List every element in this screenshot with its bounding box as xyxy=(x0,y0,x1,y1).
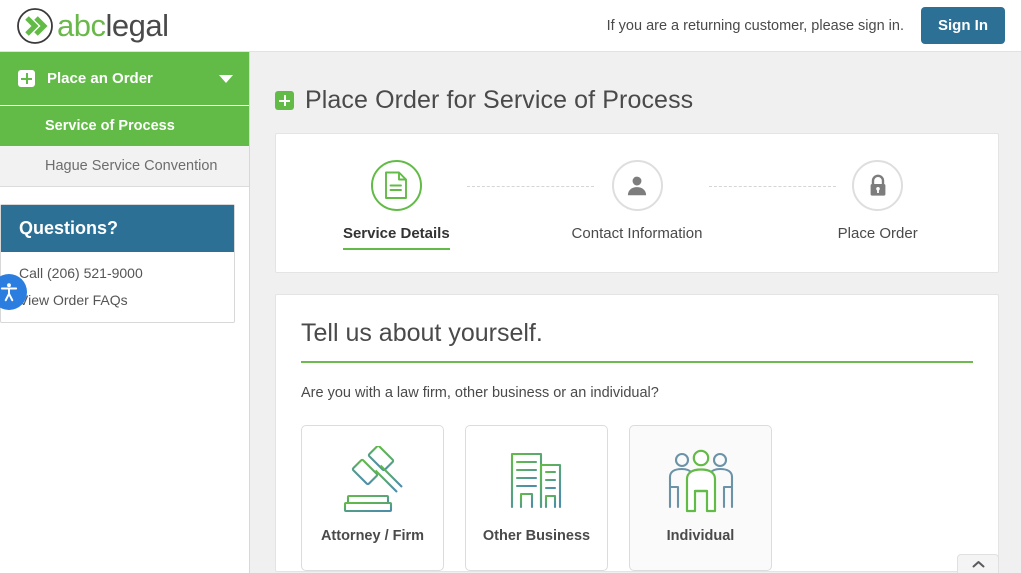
person-icon xyxy=(624,173,650,199)
sidebar-nav-place-an-order[interactable]: Place an Order xyxy=(0,52,249,106)
form-question: Are you with a law firm, other business … xyxy=(301,385,973,401)
chevron-down-icon xyxy=(219,75,233,83)
accessibility-person-icon xyxy=(0,281,20,303)
main-content: Place Order for Service of Process Servi… xyxy=(250,52,1021,573)
sidebar: Place an Order Service of Process Hague … xyxy=(0,52,250,573)
site-header: abclegal If you are a returning customer… xyxy=(0,0,1021,52)
questions-panel: Questions? Call (206) 521-9000 View Orde… xyxy=(0,204,235,323)
view-order-faqs-link[interactable]: View Order FAQs xyxy=(19,292,216,308)
questions-panel-body: Call (206) 521-9000 View Order FAQs xyxy=(1,252,234,322)
stepper-label: Service Details xyxy=(343,225,450,250)
sidebar-item-hague-service-convention[interactable]: Hague Service Convention xyxy=(0,146,249,187)
choice-card-row: Attorney / Firm xyxy=(301,425,973,571)
choice-icon-wrap xyxy=(334,440,412,526)
buildings-icon xyxy=(500,447,574,519)
stepper-circle xyxy=(612,160,663,211)
form-inner: Tell us about yourself. Are you with a l… xyxy=(276,295,998,571)
progress-stepper: Service Details Contact Information xyxy=(275,133,999,273)
stepper-circle xyxy=(852,160,903,211)
gavel-icon xyxy=(334,446,412,520)
site-logo[interactable]: abclegal xyxy=(15,6,168,46)
choice-label: Individual xyxy=(667,528,735,544)
document-icon xyxy=(383,171,409,200)
lock-icon xyxy=(866,173,890,199)
support-phone-number: Call (206) 521-9000 xyxy=(19,265,216,281)
stepper-circle xyxy=(371,160,422,211)
choice-icon-wrap xyxy=(663,440,739,526)
stepper-label: Contact Information xyxy=(572,225,703,242)
double-chevron-circle-icon xyxy=(15,6,55,46)
plus-icon xyxy=(275,91,294,110)
sidebar-nav-header-label: Place an Order xyxy=(47,70,219,87)
stepper-label: Place Order xyxy=(838,225,918,242)
choice-card-attorney-firm[interactable]: Attorney / Firm xyxy=(301,425,444,571)
choice-icon-wrap xyxy=(500,440,574,526)
stepper-step-place-order[interactable]: Place Order xyxy=(757,160,998,250)
scroll-to-top-button[interactable] xyxy=(957,554,999,573)
choice-label: Other Business xyxy=(483,528,590,544)
stepper-step-contact-information[interactable]: Contact Information xyxy=(517,160,758,250)
logo-text-legal: legal xyxy=(105,8,168,43)
stepper-step-service-details[interactable]: Service Details xyxy=(276,160,517,250)
returning-customer-text: If you are a returning customer, please … xyxy=(607,18,904,34)
people-group-icon xyxy=(663,447,739,519)
header-right-group: If you are a returning customer, please … xyxy=(607,7,1005,44)
choice-card-other-business[interactable]: Other Business xyxy=(465,425,608,571)
plus-icon xyxy=(18,70,35,87)
tell-us-about-yourself-panel: Tell us about yourself. Are you with a l… xyxy=(275,294,999,572)
form-heading: Tell us about yourself. xyxy=(301,319,973,363)
sign-in-button[interactable]: Sign In xyxy=(921,7,1005,44)
questions-panel-title: Questions? xyxy=(1,205,234,252)
page-title: Place Order for Service of Process xyxy=(305,86,693,115)
choice-card-individual[interactable]: Individual xyxy=(629,425,772,571)
page-title-row: Place Order for Service of Process xyxy=(275,52,999,133)
choice-label: Attorney / Firm xyxy=(321,528,424,544)
logo-text-abc: abc xyxy=(57,8,105,43)
sidebar-item-service-of-process[interactable]: Service of Process xyxy=(0,106,249,146)
body-wrapper: Place an Order Service of Process Hague … xyxy=(0,52,1021,573)
chevron-up-icon xyxy=(972,560,985,569)
